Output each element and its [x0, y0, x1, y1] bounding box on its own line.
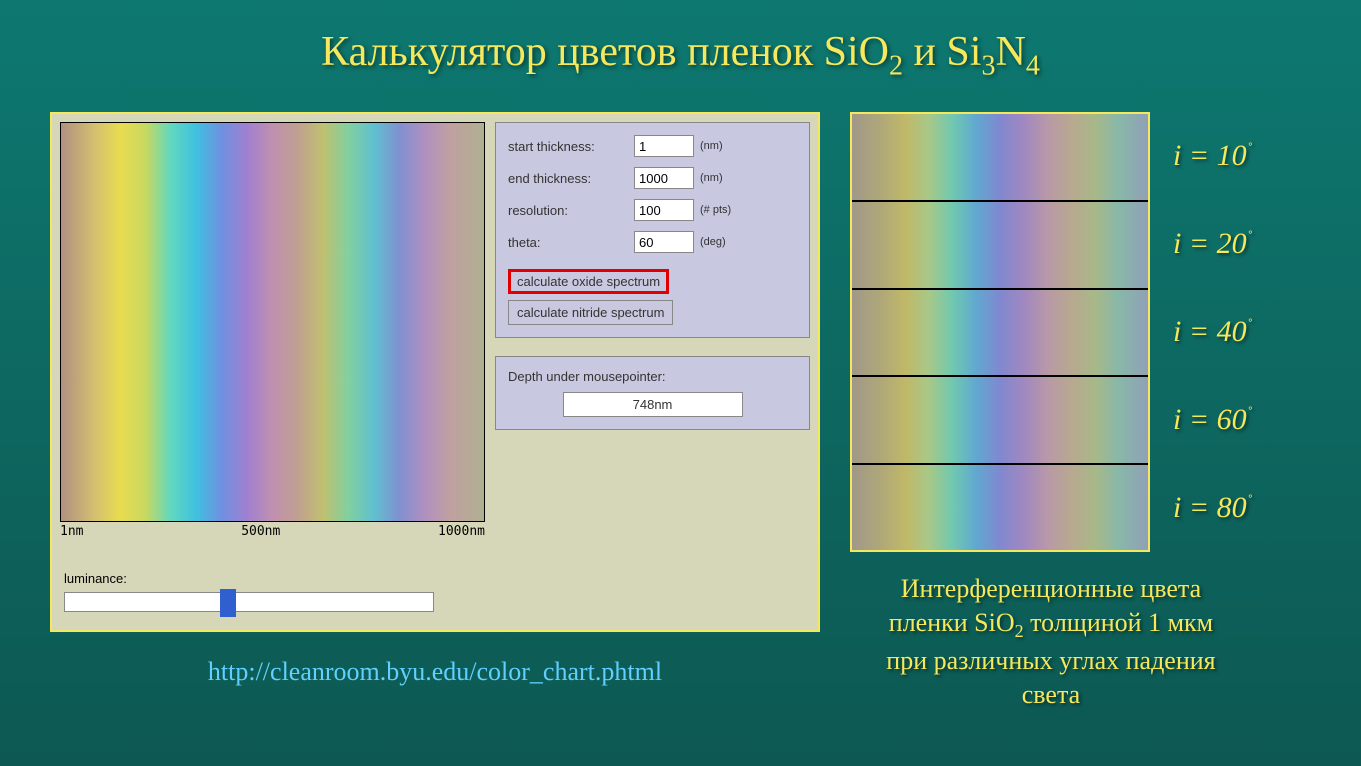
depth-label: Depth under mousepointer:: [508, 369, 797, 384]
parameter-box: start thickness: (nm) end thickness: (nm…: [495, 122, 810, 338]
angle-label-40: i = 40˚: [1173, 315, 1252, 349]
start-thickness-label: start thickness:: [508, 139, 628, 154]
source-url[interactable]: http://cleanroom.byu.edu/color_chart.pht…: [50, 657, 820, 687]
right-caption: Интерференционные цвета пленки SiO2 толщ…: [850, 572, 1252, 711]
theta-label: theta:: [508, 235, 628, 250]
luminance-label: luminance:: [64, 571, 806, 586]
axis-tick-start: 1nm: [60, 524, 83, 539]
angle-label-80: i = 80˚: [1173, 491, 1252, 525]
angle-strip-20: [852, 202, 1148, 290]
theta-input[interactable]: [634, 231, 694, 253]
spectrum-display[interactable]: [60, 122, 485, 522]
start-thickness-input[interactable]: [634, 135, 694, 157]
depth-value: 748nm: [563, 392, 743, 417]
angle-strip-10: [852, 114, 1148, 202]
calculate-oxide-button[interactable]: calculate oxide spectrum: [508, 269, 669, 294]
end-thickness-input[interactable]: [634, 167, 694, 189]
axis-tick-mid: 500nm: [241, 524, 280, 539]
angle-comparison-panel: [850, 112, 1150, 552]
axis-labels: 1nm 500nm 1000nm: [60, 524, 485, 539]
depth-box: Depth under mousepointer: 748nm: [495, 356, 810, 430]
angle-label-10: i = 10˚: [1173, 139, 1252, 173]
calculate-nitride-button[interactable]: calculate nitride spectrum: [508, 300, 673, 325]
resolution-input[interactable]: [634, 199, 694, 221]
luminance-thumb[interactable]: [220, 589, 236, 617]
angle-strip-60: [852, 377, 1148, 465]
angle-label-60: i = 60˚: [1173, 403, 1252, 437]
start-thickness-unit: (nm): [700, 140, 723, 152]
axis-tick-end: 1000nm: [438, 524, 485, 539]
end-thickness-unit: (nm): [700, 172, 723, 184]
end-thickness-label: end thickness:: [508, 171, 628, 186]
resolution-label: resolution:: [508, 203, 628, 218]
angle-label-20: i = 20˚: [1173, 227, 1252, 261]
slide-title: Калькулятор цветов пленок SiO2 и Si3N4: [0, 0, 1361, 82]
theta-unit: (deg): [700, 236, 726, 248]
luminance-slider[interactable]: [64, 592, 434, 612]
angle-strip-40: [852, 290, 1148, 378]
angle-strip-80: [852, 465, 1148, 551]
calculator-panel: 1nm 500nm 1000nm start thickness: (nm) e: [50, 112, 820, 632]
resolution-unit: (# pts): [700, 204, 731, 216]
